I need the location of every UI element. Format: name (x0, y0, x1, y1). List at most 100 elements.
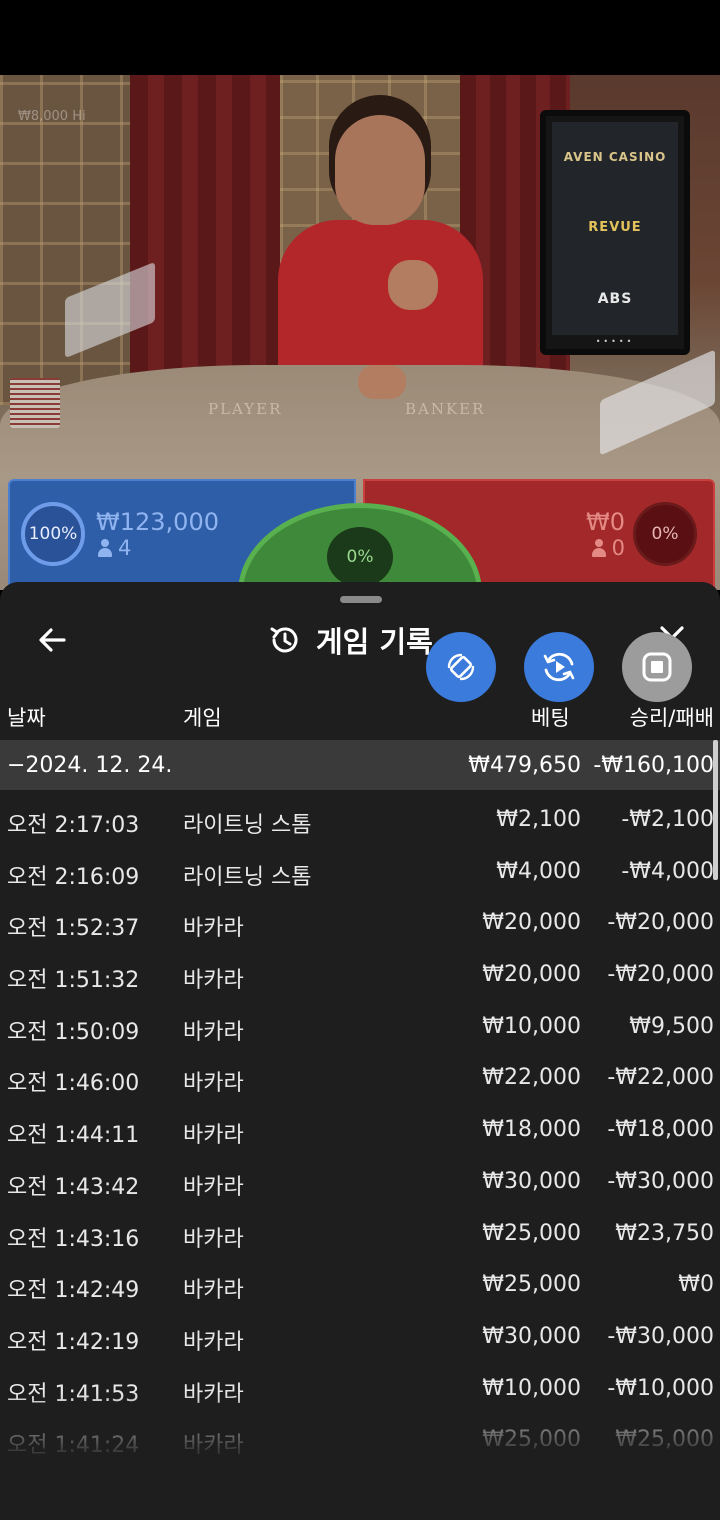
row-bet: ₩20,000 (482, 910, 581, 936)
sponsor-aven: AVEN CASINO (563, 150, 667, 164)
person-icon (591, 539, 606, 557)
date-group-label: −2024. 12. 24. (7, 752, 173, 778)
replay-button[interactable] (524, 632, 594, 702)
banker-count-value: 0 (611, 536, 625, 560)
column-header-date: 날짜 (7, 706, 46, 730)
row-bet: ₩25,000 (482, 1272, 581, 1298)
row-time: 오전 1:51:32 (7, 968, 140, 994)
back-button[interactable] (30, 620, 74, 660)
row-bet: ₩4,000 (496, 858, 581, 884)
sheet-title: 게임 기록 (316, 625, 433, 659)
table-label-banker: BANKER (405, 400, 486, 418)
date-group-row[interactable]: −2024. 12. 24. ₩479,650 -₩160,100 (0, 740, 720, 790)
history-row[interactable]: 오전 1:46:00 바카라 ₩22,000 -₩22,000 (0, 1053, 720, 1105)
player-bet-count: 4 (98, 536, 131, 560)
date-group-bet-total: ₩479,650 (468, 752, 581, 778)
sponsor-abs: ABS (597, 291, 633, 307)
row-time: 오전 1:43:42 (7, 1174, 140, 1200)
sheet-header: 게임 기록 (268, 618, 433, 662)
row-game: 바카라 (183, 1329, 244, 1355)
dealer-hand-rest (358, 365, 406, 399)
card-stack (10, 378, 60, 428)
banker-bet-amount: ₩0 (586, 508, 625, 536)
history-row[interactable]: 오전 1:42:19 바카라 ₩30,000 -₩30,000 (0, 1312, 720, 1364)
row-time: 오전 2:16:09 (7, 864, 140, 890)
row-time: 오전 1:42:49 (7, 1278, 140, 1304)
row-game: 바카라 (183, 1278, 244, 1304)
dealer-hand (388, 260, 438, 310)
row-result: -₩20,000 (607, 910, 714, 936)
history-row[interactable]: 오전 1:41:24 바카라 ₩25,000 ₩25,000 (0, 1415, 720, 1467)
row-bet: ₩30,000 (482, 1168, 581, 1194)
row-time: 오전 1:44:11 (7, 1123, 140, 1149)
sheet-drag-handle[interactable] (340, 596, 382, 603)
row-result: -₩30,000 (607, 1323, 714, 1349)
row-game: 바카라 (183, 1071, 244, 1097)
row-bet: ₩25,000 (482, 1427, 581, 1453)
row-game: 바카라 (183, 1019, 244, 1045)
history-row[interactable]: 오전 1:52:37 바카라 ₩20,000 -₩20,000 (0, 898, 720, 950)
row-time: 오전 1:41:24 (7, 1433, 140, 1459)
history-row[interactable]: 오전 1:44:11 바카라 ₩18,000 -₩18,000 (0, 1105, 720, 1157)
row-bet: ₩30,000 (482, 1323, 581, 1349)
row-bet: ₩20,000 (482, 962, 581, 988)
row-result: -₩20,000 (607, 962, 714, 988)
row-bet: ₩2,100 (496, 807, 581, 832)
player-percent: 100% (21, 502, 85, 566)
row-time: 오전 1:50:09 (7, 1019, 140, 1045)
history-row[interactable]: 오전 1:51:32 바카라 ₩20,000 -₩20,000 (0, 950, 720, 1002)
history-row[interactable]: 오전 2:17:03 라이트닝 스톰 ₩2,100 -₩2,100 (0, 795, 720, 847)
column-header-bet: 베팅 (531, 706, 570, 730)
player-count-value: 4 (118, 536, 132, 560)
video-watermark: ₩8,000 Hi (18, 109, 86, 124)
back-arrow-icon (39, 628, 66, 652)
row-bet: ₩10,000 (482, 1375, 581, 1401)
game-history-sheet: 게임 기록 날짜 게임 베팅 승리/패배 −2024. 12. 24. ₩479… (0, 582, 720, 1520)
row-time: 오전 1:43:16 (7, 1226, 140, 1252)
row-time: 오전 1:46:00 (7, 1071, 140, 1097)
rotate-icon (447, 653, 475, 681)
row-game: 바카라 (183, 1174, 244, 1200)
row-result: ₩25,000 (615, 1427, 714, 1453)
stop-icon (642, 652, 672, 682)
curtain-left (130, 75, 280, 405)
column-header-result: 승리/패배 (629, 706, 714, 730)
dealer-body (278, 220, 483, 380)
tie-percent: 0% (327, 527, 393, 587)
history-row[interactable]: 오전 1:43:16 바카라 ₩25,000 ₩23,750 (0, 1209, 720, 1261)
row-bet: ₩18,000 (482, 1117, 581, 1143)
banker-bet-count: 0 (591, 536, 625, 560)
row-game: 바카라 (183, 1381, 244, 1407)
history-row[interactable]: 오전 1:41:53 바카라 ₩10,000 -₩10,000 (0, 1364, 720, 1416)
row-game: 라이트닝 스톰 (183, 813, 312, 838)
row-game: 바카라 (183, 916, 244, 942)
sponsor-board: AVEN CASINO REVUE ABS ••••• (540, 110, 690, 355)
history-row[interactable]: 오전 1:42:49 바카라 ₩25,000 ₩0 (0, 1260, 720, 1312)
row-result: -₩4,000 (621, 858, 714, 884)
replay-icon (543, 652, 575, 682)
player-bet-amount: ₩123,000 (96, 508, 219, 536)
row-result: -₩2,100 (621, 807, 714, 832)
sponsor-revue: REVUE (588, 220, 642, 235)
person-icon (98, 539, 112, 557)
board-page-dots: ••••• (595, 337, 635, 346)
row-time: 오전 1:52:37 (7, 916, 140, 942)
row-result: ₩23,750 (615, 1220, 714, 1246)
row-result: ₩9,500 (629, 1013, 714, 1039)
row-game: 바카라 (183, 1123, 244, 1149)
stop-button[interactable] (622, 632, 692, 702)
row-game: 바카라 (183, 968, 244, 994)
row-bet: ₩10,000 (482, 1013, 581, 1039)
row-bet: ₩25,000 (482, 1220, 581, 1246)
history-row[interactable]: 오전 2:16:09 라이트닝 스톰 ₩4,000 -₩4,000 (0, 847, 720, 899)
row-time: 오전 2:17:03 (7, 813, 140, 838)
history-icon (270, 627, 298, 653)
history-row[interactable]: 오전 1:43:42 바카라 ₩30,000 -₩30,000 (0, 1157, 720, 1209)
table-label-player: PLAYER (208, 400, 283, 418)
rotate-button[interactable] (426, 632, 496, 702)
row-game: 라이트닝 스톰 (183, 864, 312, 890)
history-list: 오전 2:17:03 라이트닝 스톰 ₩2,100 -₩2,100 오전 2:16:0… (0, 795, 720, 1467)
row-result: -₩22,000 (607, 1065, 714, 1091)
history-row[interactable]: 오전 1:50:09 바카라 ₩10,000 ₩9,500 (0, 1002, 720, 1054)
row-game: 바카라 (183, 1226, 244, 1252)
